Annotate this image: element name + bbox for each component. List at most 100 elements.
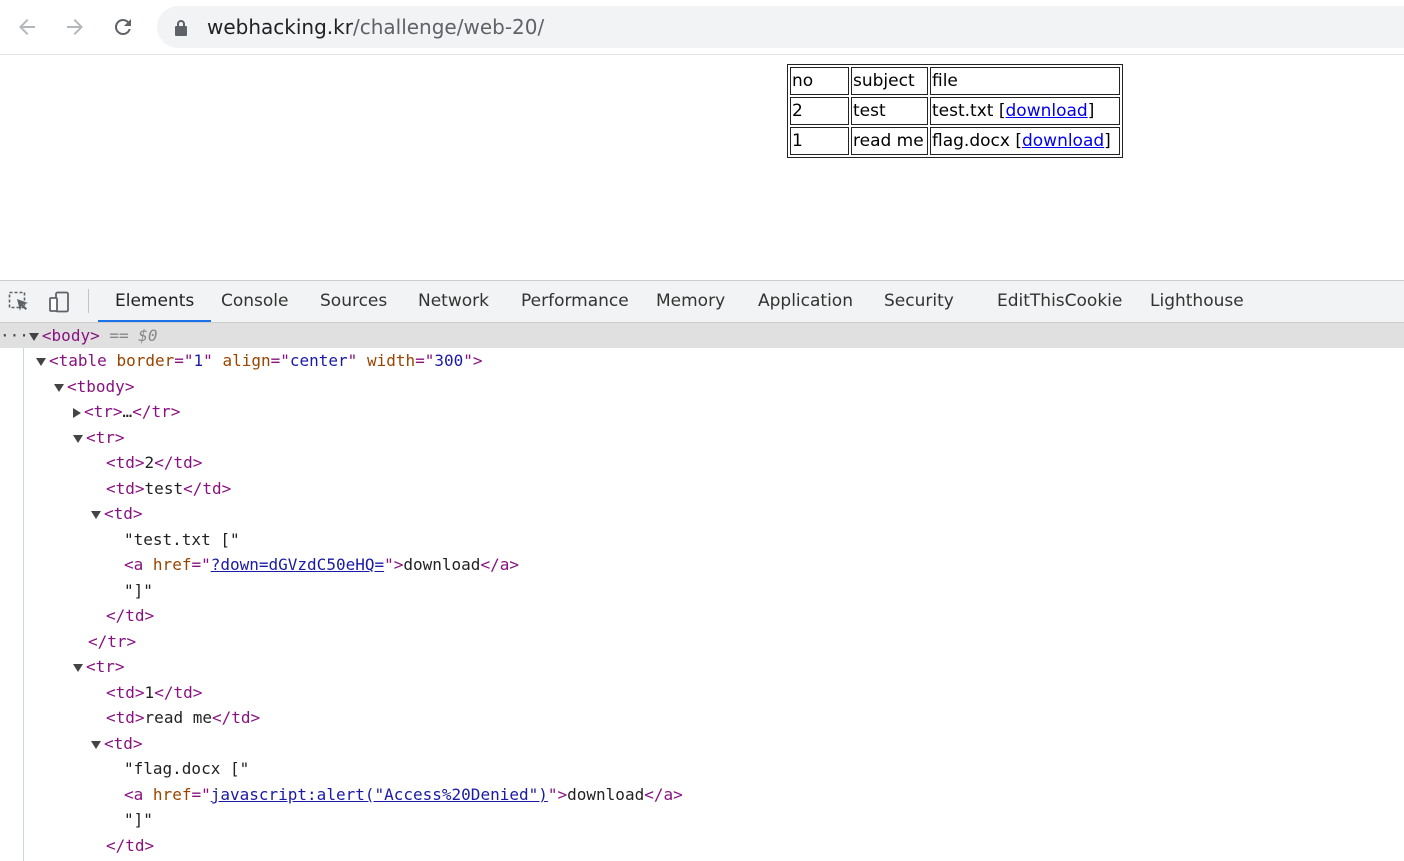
- attr-name: align: [222, 351, 271, 370]
- tab-editthiscookie[interactable]: EditThisCookie: [997, 281, 1122, 322]
- collapse-triangle-icon[interactable]: [73, 434, 83, 443]
- collapse-triangle-icon[interactable]: [28, 332, 39, 341]
- dom-node-tr[interactable]: <tr>: [73, 425, 125, 450]
- tag-name: a: [499, 555, 510, 574]
- download-link[interactable]: download: [1006, 101, 1088, 121]
- table-header-row: no subject file: [790, 67, 1120, 95]
- selected-marker: == $0: [109, 326, 158, 345]
- tag-name: td: [115, 479, 135, 498]
- indent-guide: [23, 347, 24, 861]
- dom-close-tr[interactable]: </tr>: [88, 629, 136, 654]
- collapse-triangle-icon[interactable]: [36, 357, 46, 366]
- tag-name: td: [115, 708, 135, 727]
- tag-name: td: [173, 453, 193, 472]
- tab-security[interactable]: Security: [884, 281, 954, 322]
- dom-node-td[interactable]: <td>read me</td>: [106, 705, 260, 730]
- collapse-triangle-icon[interactable]: [91, 740, 101, 749]
- dom-node-td[interactable]: <td>2</td>: [106, 450, 202, 475]
- td-text: test: [144, 479, 184, 498]
- browser-toolbar: webhacking.kr/challenge/web-20/: [0, 0, 1404, 55]
- file-name: test.txt: [932, 101, 994, 121]
- a-text: download: [567, 785, 645, 804]
- attr-name: border: [116, 351, 175, 370]
- dom-node-tr-collapsed[interactable]: <tr>…</tr>: [73, 399, 180, 424]
- toolbar-divider: [88, 289, 89, 313]
- collapse-triangle-icon[interactable]: [54, 383, 64, 392]
- tab-elements[interactable]: Elements: [97, 281, 212, 322]
- cell-no: 1: [790, 127, 849, 155]
- file-name: flag.docx: [932, 131, 1010, 151]
- tag-name: td: [125, 606, 145, 625]
- tag-name: td: [115, 453, 135, 472]
- arrow-right-icon: [67, 19, 83, 35]
- tag-name: table: [58, 351, 107, 370]
- href-link[interactable]: javascript:alert("Access%20Denied"): [211, 785, 548, 804]
- tag-name: a: [133, 555, 144, 574]
- table-row: 2 test test.txt [download]: [790, 97, 1120, 125]
- dom-close-td[interactable]: </td>: [106, 833, 154, 858]
- tab-network[interactable]: Network: [418, 281, 489, 322]
- tag-name: a: [663, 785, 674, 804]
- dom-node-td[interactable]: <td>1</td>: [106, 680, 202, 705]
- tag-name: tr: [93, 402, 113, 421]
- dom-node-tr[interactable]: <tr>: [73, 654, 125, 679]
- tag-name: tr: [107, 632, 127, 651]
- devtools-tab-bar: Elements Console Sources Network Perform…: [0, 281, 1404, 323]
- download-link[interactable]: download: [1022, 131, 1104, 151]
- td-text: 2: [144, 453, 155, 472]
- dom-text-node[interactable]: "]": [124, 807, 153, 832]
- dom-text-node[interactable]: "test.txt [": [124, 527, 240, 552]
- tab-sources[interactable]: Sources: [320, 281, 387, 322]
- inspect-element-icon[interactable]: [8, 291, 30, 313]
- devtools-panel: Elements Console Sources Network Perform…: [0, 280, 1404, 861]
- arrow-left-icon: [19, 19, 35, 35]
- tag-name: td: [173, 683, 193, 702]
- table-row: 1 read me flag.docx [download]: [790, 127, 1120, 155]
- cell-no: 2: [790, 97, 849, 125]
- dom-node-td[interactable]: <td>: [91, 501, 143, 526]
- device-toolbar-icon[interactable]: [48, 291, 70, 313]
- lock-icon: [175, 20, 187, 36]
- page-viewport: no subject file 2 test test.txt [downloa…: [0, 55, 1404, 280]
- href-link[interactable]: ?down=dGVzdC50eHQ=: [211, 555, 384, 574]
- tab-lighthouse[interactable]: Lighthouse: [1150, 281, 1244, 322]
- expand-triangle-icon[interactable]: [73, 407, 81, 418]
- reload-button[interactable]: [108, 12, 138, 42]
- dom-node-td[interactable]: <td>test</td>: [106, 476, 231, 501]
- dom-node-a[interactable]: <a href="?down=dGVzdC50eHQ=">download</a…: [124, 552, 519, 577]
- attr-name: href: [152, 555, 192, 574]
- collapse-triangle-icon[interactable]: [91, 510, 101, 519]
- tag-name: tbody: [76, 377, 125, 396]
- back-button[interactable]: [12, 12, 42, 42]
- cell-file: flag.docx [download]: [930, 127, 1120, 155]
- reload-icon: [114, 18, 131, 35]
- tag-name: a: [133, 785, 144, 804]
- url-text[interactable]: webhacking.kr/challenge/web-20/: [207, 15, 544, 39]
- cell-file: test.txt [download]: [930, 97, 1120, 125]
- header-subject: subject: [851, 67, 928, 95]
- dom-text-node[interactable]: "flag.docx [": [124, 756, 249, 781]
- dom-node-td[interactable]: <td>: [91, 731, 143, 756]
- cell-subject: read me: [851, 127, 928, 155]
- collapse-triangle-icon[interactable]: [73, 663, 83, 672]
- dom-text-node[interactable]: "]": [124, 578, 153, 603]
- dom-node-table[interactable]: <table border="1" align="center" width="…: [36, 348, 483, 373]
- tab-memory[interactable]: Memory: [656, 281, 725, 322]
- dom-node-a[interactable]: <a href="javascript:alert("Access%20Deni…: [124, 782, 683, 807]
- dom-node-tbody[interactable]: <tbody>: [54, 374, 134, 399]
- tab-console[interactable]: Console: [221, 281, 289, 322]
- tag-name: td: [202, 479, 222, 498]
- tab-application[interactable]: Application: [758, 281, 853, 322]
- tag-name: tr: [95, 657, 115, 676]
- a-text: download: [403, 555, 481, 574]
- dom-close-td[interactable]: </td>: [106, 603, 154, 628]
- tab-performance[interactable]: Performance: [521, 281, 629, 322]
- more-options-icon[interactable]: ···: [0, 326, 29, 345]
- tag-name: tr: [95, 428, 115, 447]
- forward-button[interactable]: [60, 12, 90, 42]
- address-bar[interactable]: webhacking.kr/challenge/web-20/: [157, 6, 1404, 48]
- file-table: no subject file 2 test test.txt [downloa…: [787, 64, 1123, 158]
- header-file: file: [930, 67, 1120, 95]
- dom-node-body[interactable]: ··· <body> == $0: [0, 323, 1404, 348]
- collapsed-ellipsis: …: [122, 402, 133, 421]
